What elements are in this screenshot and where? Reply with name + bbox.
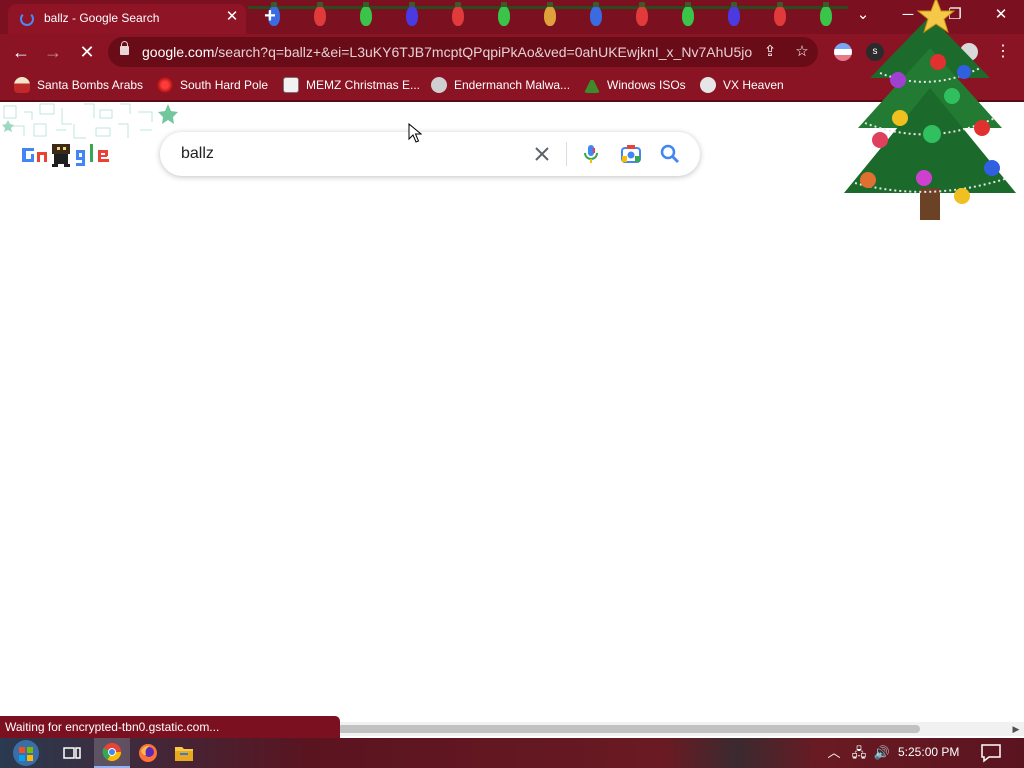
bookmark-item[interactable]: MEMZ Christmas E... — [283, 75, 420, 95]
camera-lens-icon[interactable] — [619, 142, 643, 166]
task-view-button[interactable] — [54, 738, 90, 768]
bookmark-item[interactable]: South Hard Pole — [157, 75, 268, 95]
memz-icon — [283, 77, 299, 93]
lock-icon[interactable] — [120, 41, 129, 55]
tab-close-icon[interactable]: ✕ — [224, 9, 240, 25]
active-tab[interactable]: ballz - Google Search ✕ — [8, 4, 246, 34]
address-bar[interactable]: google.com/search?q=ballz+&ei=L3uKY6TJB7… — [108, 37, 818, 67]
search-query[interactable]: ballz — [181, 145, 214, 163]
tab-title: ballz - Google Search — [44, 11, 160, 25]
status-text: Waiting for encrypted-tbn0.gstatic.com..… — [5, 720, 220, 734]
microphone-icon[interactable] — [579, 142, 603, 166]
mouse-cursor-icon — [408, 123, 422, 143]
loading-spinner-icon — [20, 12, 34, 26]
taskbar-chrome-button[interactable] — [94, 738, 130, 768]
network-icon[interactable]: 🖧 — [849, 744, 869, 762]
google-doodle-logo[interactable] — [22, 140, 122, 168]
folder-icon — [175, 747, 193, 761]
vx-icon — [700, 77, 716, 93]
windows-taskbar: ︿ 🖧 🔊 5:25:00 PM — [0, 738, 1024, 768]
notification-center-icon[interactable] — [980, 743, 1002, 763]
screen: ballz - Google Search ✕ + ⌄ ─ ❐ ✕ ← → ✕ … — [0, 0, 1024, 768]
task-view-icon — [63, 747, 81, 759]
red-snowflake-icon — [157, 77, 173, 93]
christmas-tree-decoration — [844, 0, 1016, 220]
santa-icon — [14, 77, 30, 93]
scroll-right-arrow-icon[interactable]: ▶ — [1010, 723, 1022, 735]
tree-icon — [584, 77, 600, 93]
christmas-lights-decoration — [248, 0, 848, 34]
taskbar-firefox-button[interactable] — [130, 738, 166, 768]
back-arrow-icon[interactable]: ← — [10, 41, 32, 63]
bookmark-item[interactable]: Santa Bombs Arabs — [14, 75, 143, 95]
firefox-icon — [139, 744, 157, 762]
bookmark-star-icon[interactable]: ☆ — [792, 42, 812, 62]
taskbar-clock[interactable]: 5:25:00 PM — [898, 745, 959, 759]
stop-loading-icon[interactable]: ✕ — [76, 41, 98, 63]
status-bubble: Waiting for encrypted-tbn0.gstatic.com..… — [0, 716, 340, 738]
scrollbar-thumb[interactable] — [338, 725, 920, 733]
bookmark-item[interactable]: VX Heaven — [700, 75, 784, 95]
forward-arrow-icon[interactable]: → — [42, 41, 64, 63]
clear-search-icon[interactable] — [530, 142, 554, 166]
search-box-divider — [566, 142, 567, 166]
share-icon[interactable]: ⇪ — [760, 42, 780, 62]
search-icon[interactable] — [658, 142, 682, 166]
endermanch-icon — [431, 77, 447, 93]
bookmark-item[interactable]: Windows ISOs — [584, 75, 686, 95]
show-hidden-icons-chevron-icon[interactable]: ︿ — [824, 744, 844, 762]
volume-icon[interactable]: 🔊 — [872, 744, 892, 762]
taskbar-file-explorer-button[interactable] — [166, 738, 202, 768]
search-box[interactable]: ballz — [160, 132, 700, 176]
search-results-page: ballz — [0, 0, 1024, 718]
bookmark-item[interactable]: Endermanch Malwa... — [431, 75, 570, 95]
url-text[interactable]: google.com/search?q=ballz+&ei=L3uKY6TJB7… — [142, 44, 752, 60]
start-button-icon[interactable] — [8, 739, 44, 767]
chrome-icon — [102, 743, 121, 762]
new-tab-button[interactable]: + — [260, 6, 280, 26]
